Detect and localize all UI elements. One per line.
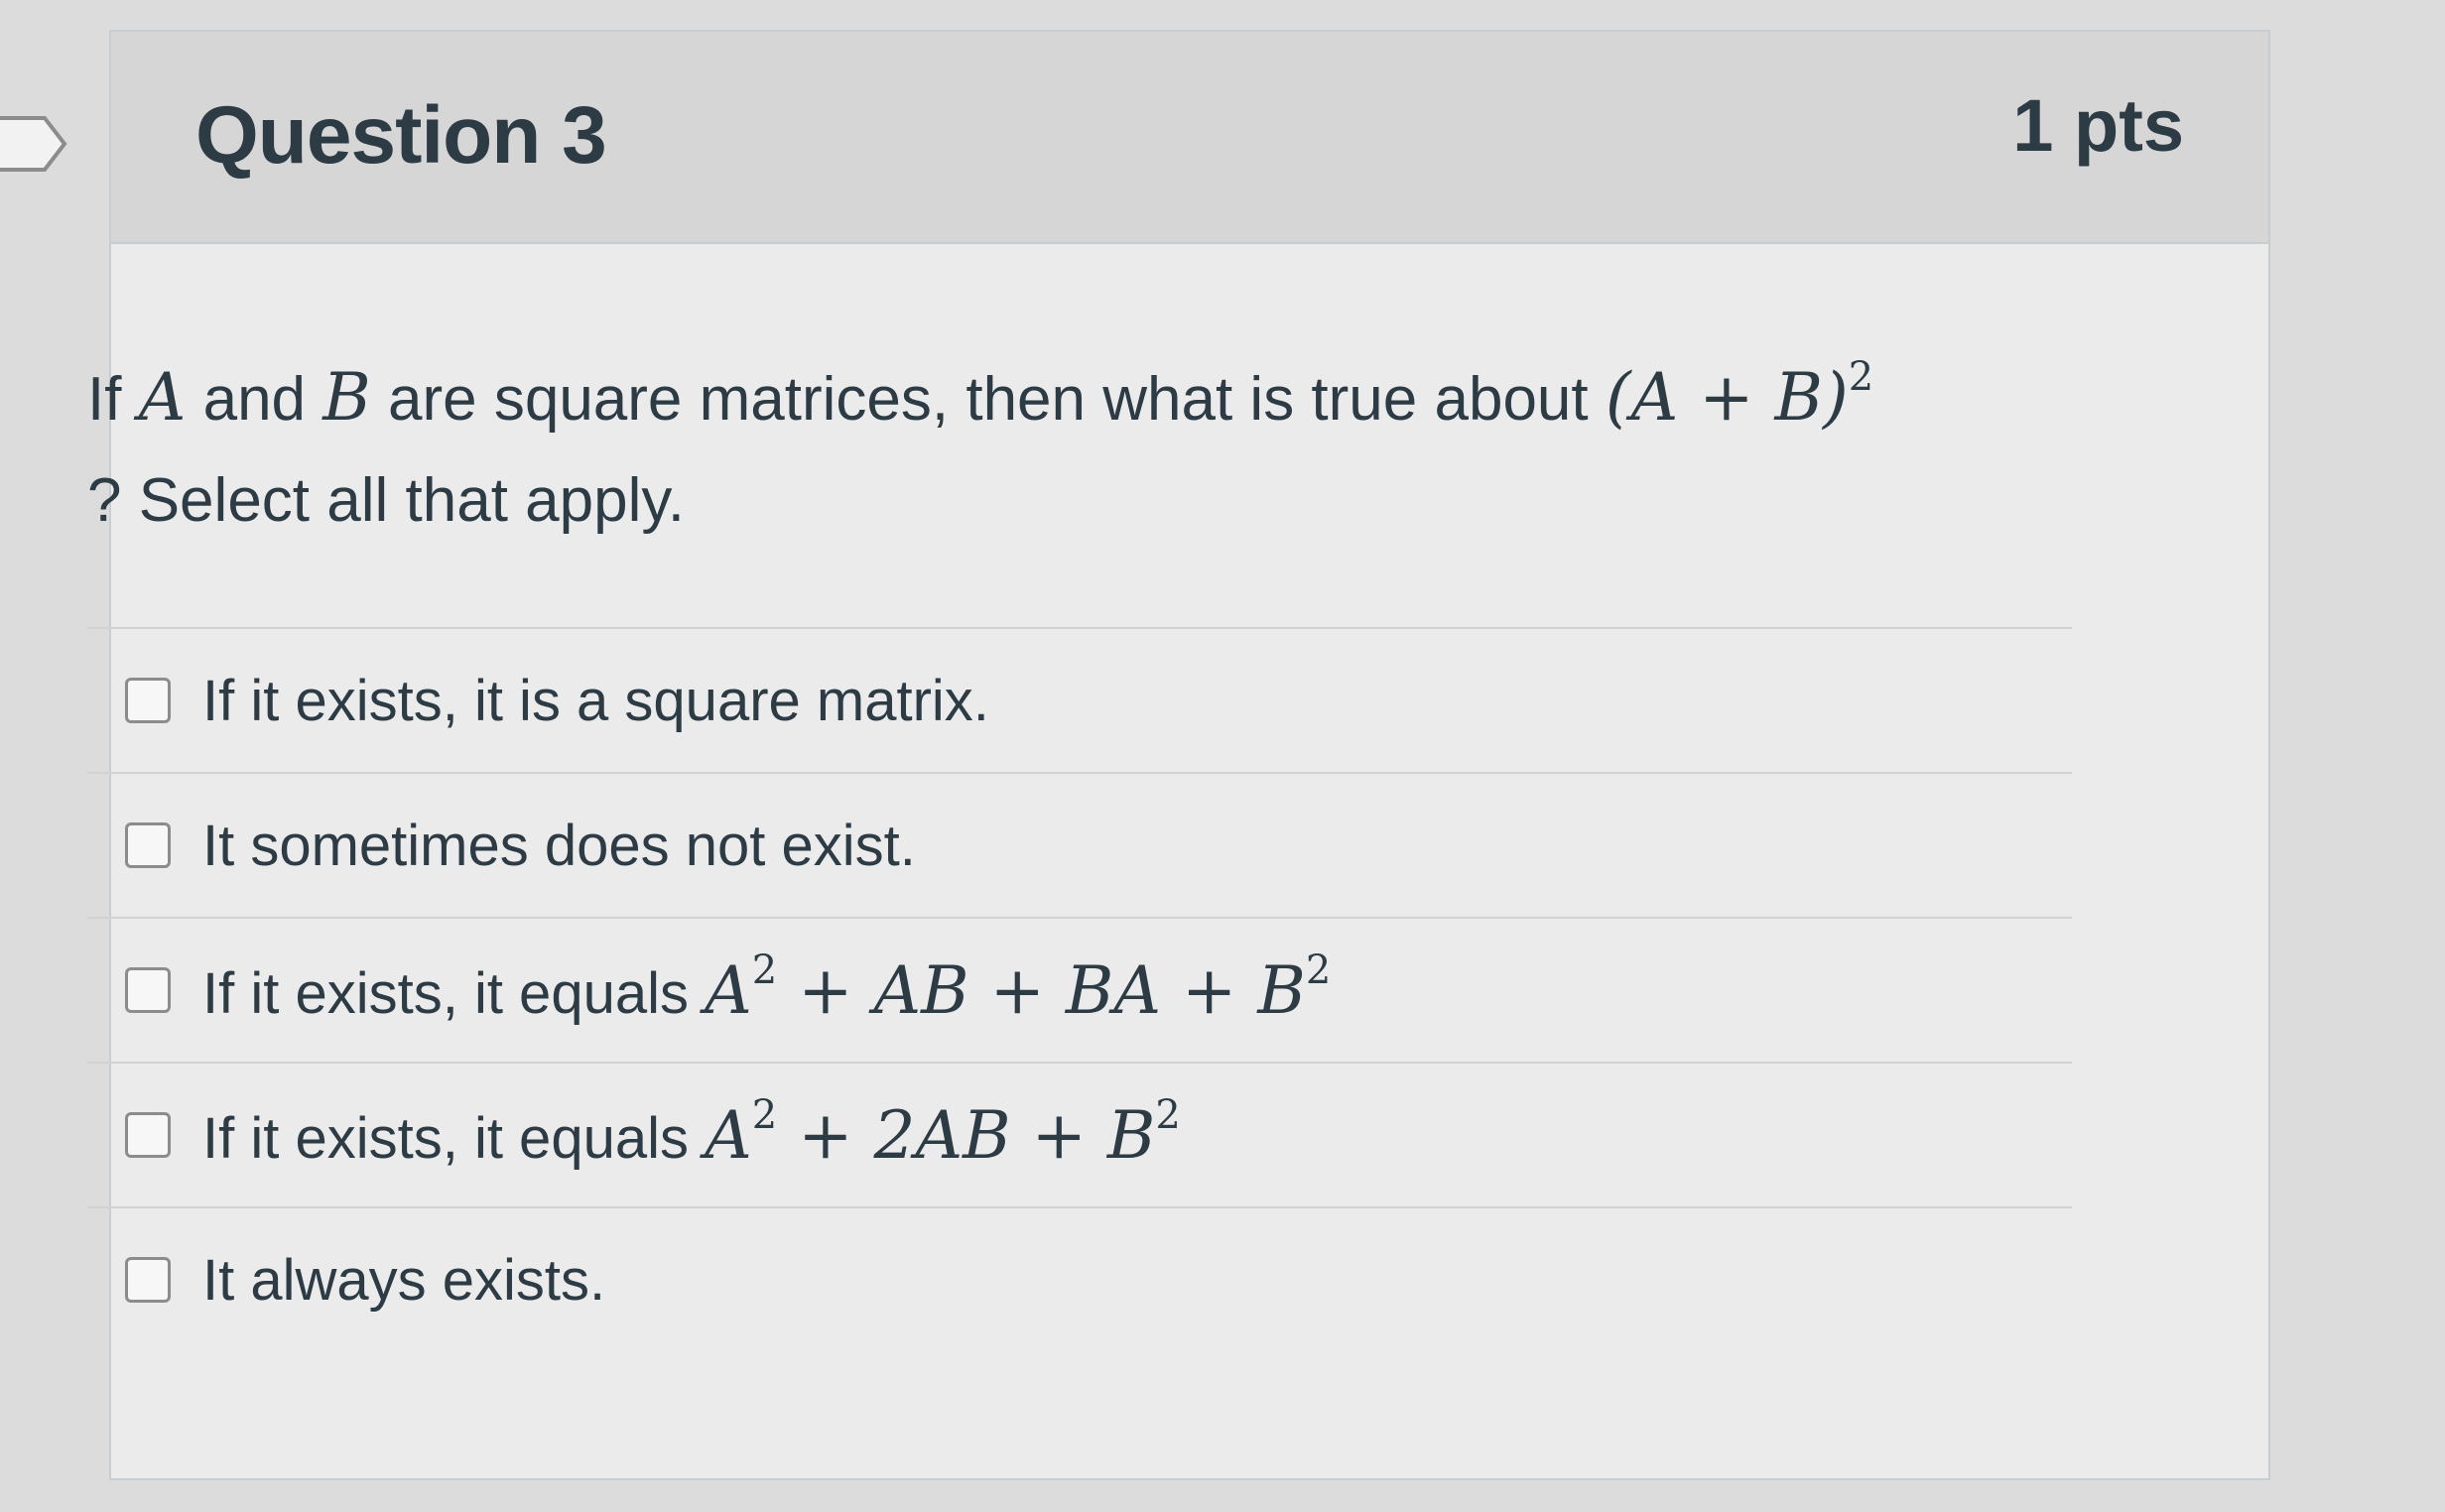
question-text: If A and B are square matrices, then wha… <box>87 347 2072 552</box>
answer-checkbox[interactable] <box>125 678 171 723</box>
question-title: Question 3 <box>195 90 607 181</box>
answer-list: If it exists, it is a square matrix. It … <box>87 627 2072 1351</box>
math-term-1-exponent: 2 <box>751 946 778 993</box>
question-flag-icon[interactable] <box>0 114 69 174</box>
answer-option-2[interactable]: It sometimes does not exist. <box>87 774 2072 919</box>
answer-label: If it exists, it equals A2 + AB + BA + B… <box>202 950 1331 1029</box>
question-text-suffix: ? Select all that apply. <box>87 466 685 535</box>
question-points: 1 pts <box>2012 84 2184 167</box>
question-text-and: and <box>186 365 323 434</box>
question-text-middle: are square matrices, then what is true a… <box>370 365 1606 434</box>
answer-label-text: If it exists, it equals <box>202 960 706 1026</box>
answer-checkbox[interactable] <box>125 1257 171 1303</box>
answer-math: A2 + 2AB + B2 <box>705 1095 1181 1174</box>
answer-checkbox[interactable] <box>125 1112 171 1158</box>
answer-option-3[interactable]: If it exists, it equals A2 + AB + BA + B… <box>87 919 2072 1064</box>
math-var-b: B <box>322 359 371 436</box>
math-term-2: + 2AB + B <box>777 1096 1156 1174</box>
answer-option-5[interactable]: It always exists. <box>87 1208 2072 1351</box>
math-term-2-exponent: 2 <box>1305 946 1332 993</box>
math-term-1: A <box>705 1096 752 1174</box>
question-header: Question 3 1 pts <box>111 32 2268 244</box>
answer-label: If it exists, it equals A2 + 2AB + B2 <box>202 1095 1181 1174</box>
math-term-1: A <box>705 951 752 1029</box>
answer-checkbox[interactable] <box>125 967 171 1013</box>
answer-label-text: If it exists, it equals <box>202 1105 706 1171</box>
answer-label: If it exists, it is a square matrix. <box>202 668 989 733</box>
math-term-1-exponent: 2 <box>751 1091 778 1138</box>
math-term-2-exponent: 2 <box>1155 1091 1181 1138</box>
math-term-2: + AB + BA + B <box>777 951 1306 1029</box>
math-expression-exponent: 2 <box>1848 354 1874 400</box>
math-expression-base: (A + B) <box>1605 359 1849 436</box>
answer-label: It always exists. <box>202 1247 606 1313</box>
answer-option-1[interactable]: If it exists, it is a square matrix. <box>87 629 2072 774</box>
question-text-prefix: If <box>87 365 139 434</box>
answer-label: It sometimes does not exist. <box>202 813 916 878</box>
answer-checkbox[interactable] <box>125 822 171 868</box>
answer-math: A2 + AB + BA + B2 <box>705 950 1331 1029</box>
answer-option-4[interactable]: If it exists, it equals A2 + 2AB + B2 <box>87 1064 2072 1208</box>
math-expression: (A + B)2 <box>1605 357 1873 436</box>
math-var-a: A <box>138 359 187 436</box>
